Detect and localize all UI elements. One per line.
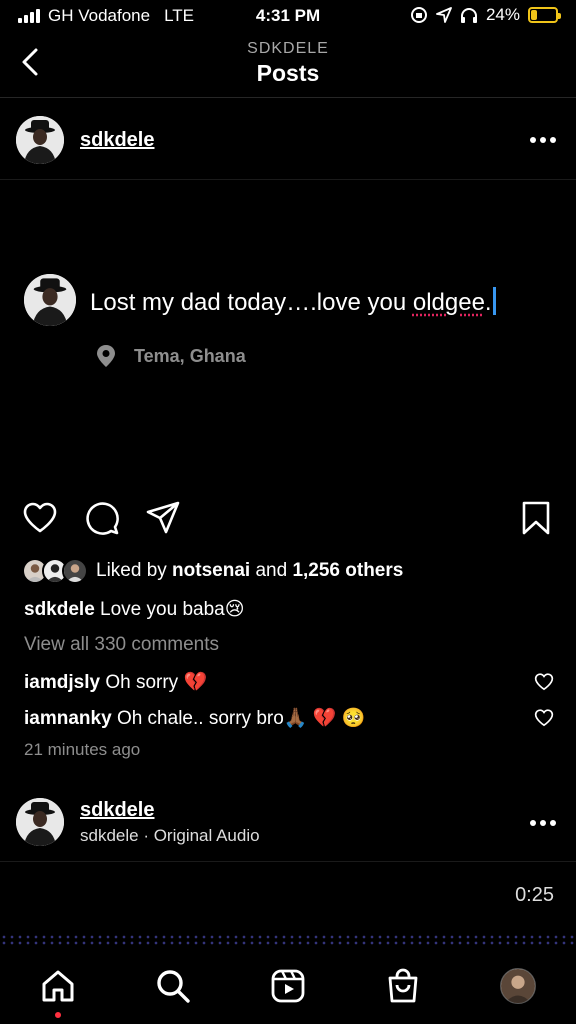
- home-icon[interactable]: [40, 968, 76, 1004]
- liker-avatar: [62, 558, 88, 584]
- search-icon[interactable]: [155, 968, 191, 1004]
- comment-username[interactable]: iamdjsly: [24, 672, 100, 693]
- avatar[interactable]: [16, 798, 64, 846]
- audio-username[interactable]: sdkdele: [80, 799, 154, 822]
- caption-emoji: 😢: [224, 599, 245, 620]
- heart-icon[interactable]: [22, 500, 58, 536]
- caption-username[interactable]: sdkdele: [24, 599, 95, 620]
- post-text-misspelled: oldgee: [412, 289, 485, 316]
- bookmark-icon[interactable]: [520, 500, 552, 536]
- comment-icon[interactable]: [84, 500, 120, 536]
- status-right: 24%: [410, 5, 561, 25]
- battery-icon: [528, 7, 561, 23]
- location-name: Tema, Ghana: [134, 345, 246, 366]
- shop-icon[interactable]: [385, 968, 421, 1004]
- post-text-main: Lost my dad today….love you: [90, 289, 413, 316]
- post-timestamp: 21 minutes ago: [24, 740, 141, 759]
- comment-emoji: 💔: [183, 672, 208, 693]
- more-options-button[interactable]: [530, 820, 556, 826]
- comment-emoji: 🙏🏾 💔 🥺: [283, 708, 366, 729]
- post-actions: [0, 500, 576, 540]
- video-duration: 0:25: [515, 884, 554, 906]
- caption-text: Love you baba: [100, 599, 225, 620]
- comment-like-icon[interactable]: [534, 672, 554, 692]
- comment-like-icon[interactable]: [534, 708, 554, 728]
- audio-row: sdkdele sdkdele · Original Audio: [0, 788, 576, 862]
- view-all-comments-link[interactable]: View all 330 comments: [24, 634, 219, 656]
- more-options-button[interactable]: [530, 137, 556, 143]
- post-username[interactable]: sdkdele: [80, 129, 154, 152]
- profile-avatar[interactable]: [500, 968, 536, 1004]
- comment-row: iamnanky Oh chale.. sorry bro🙏🏾 💔 🥺: [24, 706, 365, 730]
- comment-username[interactable]: iamnanky: [24, 708, 112, 729]
- status-bar: GH Vodafone LTE 4:31 PM 24%: [0, 0, 576, 34]
- caption: sdkdele Love you baba😢: [24, 598, 245, 621]
- post-text: Lost my dad today….love you oldgee.: [90, 287, 496, 317]
- headphones-icon: [460, 8, 477, 23]
- text-cursor: [492, 287, 496, 315]
- notification-dot: [55, 1012, 61, 1018]
- bottom-tab-bar: [0, 946, 576, 1024]
- battery-percent: 24%: [485, 5, 520, 24]
- post-content: Lost my dad today….love you oldgee. Tema…: [0, 181, 576, 491]
- location-arrow-icon: [436, 7, 452, 23]
- audio-subtitle[interactable]: sdkdele · Original Audio: [80, 826, 260, 846]
- send-icon[interactable]: [145, 500, 181, 536]
- likes-summary[interactable]: Liked by notsenai and 1,256 others: [22, 558, 403, 584]
- location-pin-icon: [97, 345, 115, 367]
- orientation-lock-icon: [410, 7, 427, 23]
- post-location[interactable]: Tema, Ghana: [96, 344, 246, 368]
- post-text-end: .: [484, 289, 492, 316]
- battery-fill: [531, 10, 537, 20]
- avatar[interactable]: [16, 116, 64, 164]
- page-title: Posts: [256, 60, 320, 86]
- liked-by-others[interactable]: 1,256 others: [292, 560, 403, 582]
- liked-by-prefix: Liked by: [96, 560, 173, 581]
- post-header: sdkdele: [0, 100, 576, 180]
- comment-text: Oh sorry: [105, 672, 179, 693]
- reels-icon[interactable]: [270, 968, 306, 1004]
- liked-by-mid: and: [250, 560, 293, 581]
- comment-row: iamdjsly Oh sorry 💔: [24, 670, 207, 694]
- media-preview-strip: [0, 934, 576, 946]
- page-header: SDKDELE Posts: [0, 34, 576, 98]
- comment-text: Oh chale.. sorry bro: [116, 708, 284, 729]
- header-username: SDKDELE: [247, 40, 329, 57]
- liked-by-user[interactable]: notsenai: [172, 560, 250, 582]
- post-author-avatar: [24, 274, 76, 326]
